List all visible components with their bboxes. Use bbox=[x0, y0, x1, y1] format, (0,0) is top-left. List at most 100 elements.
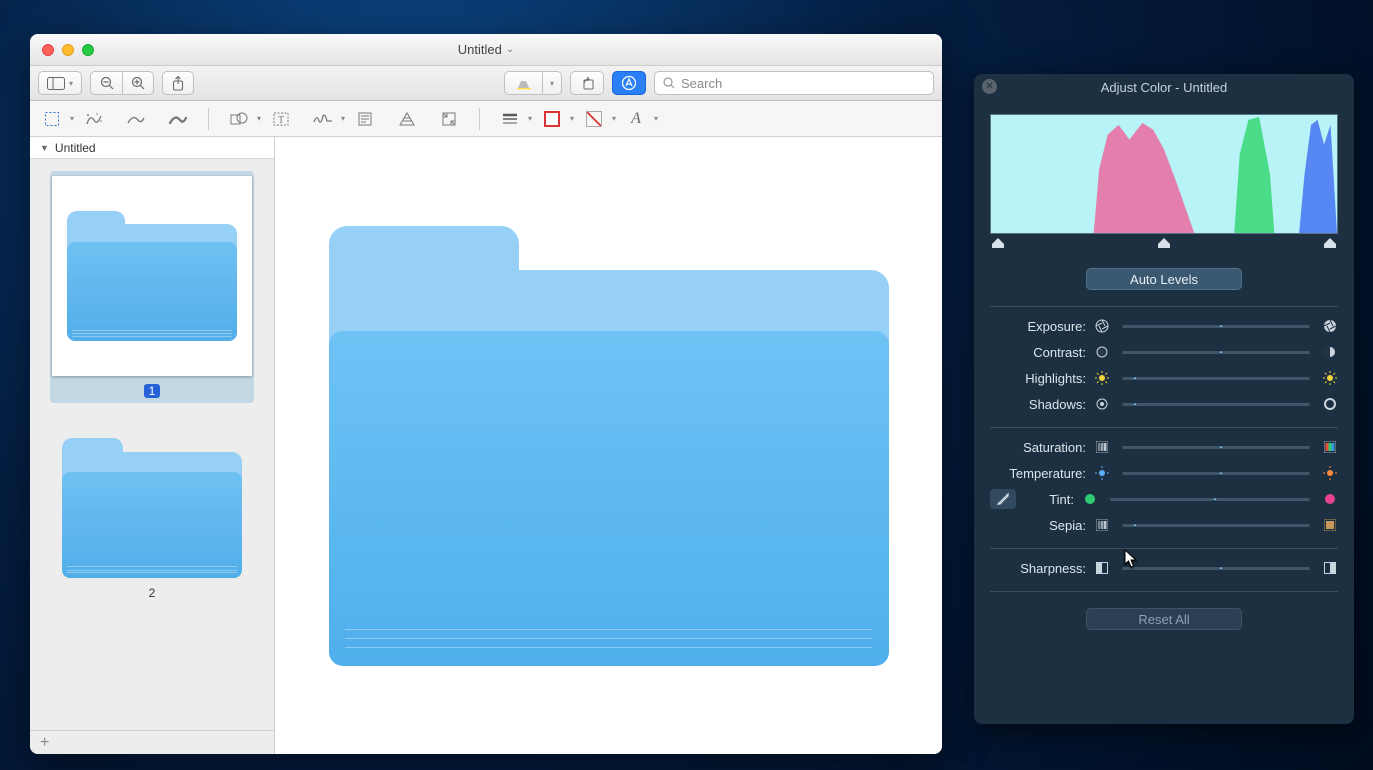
highlights-left-icon bbox=[1094, 370, 1110, 386]
zoom-out-button[interactable] bbox=[90, 71, 122, 95]
exposure-slider-row: Exposure: bbox=[990, 313, 1338, 339]
close-window-button[interactable] bbox=[42, 44, 54, 56]
tint-left-icon bbox=[1082, 491, 1098, 507]
shadows-right-icon bbox=[1322, 396, 1338, 412]
highlight-dropdown[interactable]: ▾ bbox=[542, 71, 562, 95]
add-page-button[interactable]: + bbox=[40, 734, 49, 752]
reset-all-button[interactable]: Reset All bbox=[1086, 608, 1242, 630]
text-button[interactable]: T bbox=[267, 107, 295, 131]
highlight-button[interactable] bbox=[504, 71, 542, 95]
shadows-slider-row: Shadows: bbox=[990, 391, 1338, 417]
contrast-slider[interactable] bbox=[1122, 351, 1310, 354]
tint-label: Tint: bbox=[1028, 492, 1074, 507]
sepia-slider[interactable] bbox=[1122, 524, 1310, 527]
tint-slider-thumb[interactable] bbox=[1203, 493, 1217, 505]
thumbnail-image bbox=[52, 176, 252, 376]
panel-title: Adjust Color - Untitled bbox=[1101, 80, 1227, 95]
markup-toolbar: ▾ ▾ T ▾ bbox=[30, 101, 942, 137]
draw-button[interactable] bbox=[164, 107, 192, 131]
contrast-slider-thumb[interactable] bbox=[1209, 346, 1223, 358]
zoom-in-button[interactable] bbox=[122, 71, 154, 95]
contrast-left-icon bbox=[1094, 344, 1110, 360]
search-field[interactable]: Search bbox=[654, 71, 934, 95]
window-title-text: Untitled bbox=[458, 42, 502, 57]
zoom-window-button[interactable] bbox=[82, 44, 94, 56]
exposure-left-icon bbox=[1094, 318, 1110, 334]
minimize-window-button[interactable] bbox=[62, 44, 74, 56]
histogram-area bbox=[990, 114, 1338, 246]
highlights-slider-thumb[interactable] bbox=[1123, 372, 1137, 384]
disclosure-triangle-icon[interactable]: ▼ bbox=[40, 143, 49, 153]
divider bbox=[990, 591, 1338, 592]
temperature-left-icon bbox=[1094, 465, 1110, 481]
folder-image[interactable] bbox=[329, 226, 889, 666]
saturation-slider[interactable] bbox=[1122, 446, 1310, 449]
tint-slider-row: Tint: bbox=[990, 486, 1338, 512]
search-icon bbox=[663, 77, 675, 89]
sharpness-slider[interactable] bbox=[1122, 567, 1310, 570]
font-style-button[interactable]: A▾ bbox=[622, 107, 650, 131]
highlights-slider[interactable] bbox=[1122, 377, 1310, 380]
sidebar-footer: + bbox=[30, 730, 274, 754]
adjust-color-button[interactable] bbox=[393, 107, 421, 131]
temperature-slider-thumb[interactable] bbox=[1209, 467, 1223, 479]
note-button[interactable] bbox=[351, 107, 379, 131]
sign-button[interactable]: ▾ bbox=[309, 107, 337, 131]
share-button[interactable] bbox=[162, 71, 194, 95]
shapes-button[interactable]: ▾ bbox=[225, 107, 253, 131]
exposure-right-icon bbox=[1322, 318, 1338, 334]
sharpness-slider-thumb[interactable] bbox=[1209, 562, 1223, 574]
separator bbox=[208, 108, 209, 130]
sketch-button[interactable] bbox=[122, 107, 150, 131]
shadows-slider[interactable] bbox=[1122, 403, 1310, 406]
levels-black-handle[interactable] bbox=[992, 236, 1004, 246]
folder-icon bbox=[62, 438, 242, 578]
close-panel-button[interactable]: ✕ bbox=[982, 79, 997, 94]
saturation-slider-row: Saturation: bbox=[990, 434, 1338, 460]
title-dropdown-icon[interactable]: ⌄ bbox=[506, 44, 514, 55]
border-color-button[interactable]: ▾ bbox=[538, 107, 566, 131]
canvas[interactable] bbox=[275, 137, 942, 754]
separator bbox=[479, 108, 480, 130]
adjust-color-panel: ✕ Adjust Color - Untitled Auto Levels bbox=[974, 74, 1354, 724]
exposure-slider[interactable] bbox=[1122, 325, 1310, 328]
svg-text:T: T bbox=[278, 115, 284, 126]
thumbnail-page[interactable]: 2 bbox=[50, 433, 254, 605]
main-toolbar: ▾ ▾ Search bbox=[30, 66, 942, 101]
reset-all-label: Reset All bbox=[1138, 612, 1189, 627]
eyedropper-button[interactable] bbox=[990, 489, 1016, 509]
folder-icon bbox=[67, 211, 237, 341]
sharpness-slider-row: Sharpness: bbox=[990, 555, 1338, 581]
sharpness-label: Sharpness: bbox=[990, 561, 1086, 576]
titlebar: Untitled ⌄ bbox=[30, 34, 942, 66]
levels-white-handle[interactable] bbox=[1324, 236, 1336, 246]
histogram[interactable] bbox=[990, 114, 1338, 234]
sidebar-header[interactable]: ▼ Untitled bbox=[30, 137, 274, 159]
instant-alpha-button[interactable] bbox=[80, 107, 108, 131]
adjust-size-button[interactable] bbox=[435, 107, 463, 131]
rotate-button[interactable] bbox=[570, 71, 604, 95]
line-style-button[interactable]: ▾ bbox=[496, 107, 524, 131]
temperature-label: Temperature: bbox=[990, 466, 1086, 481]
sepia-right-icon bbox=[1322, 517, 1338, 533]
sepia-slider-row: Sepia: bbox=[990, 512, 1338, 538]
tint-slider[interactable] bbox=[1110, 498, 1310, 501]
saturation-slider-thumb[interactable] bbox=[1209, 441, 1223, 453]
thumbnail-page[interactable]: 1 bbox=[50, 171, 254, 403]
saturation-right-icon bbox=[1322, 439, 1338, 455]
levels-mid-handle[interactable] bbox=[1158, 236, 1170, 246]
exposure-label: Exposure: bbox=[990, 319, 1086, 334]
temperature-slider[interactable] bbox=[1122, 472, 1310, 475]
tint-right-icon bbox=[1322, 491, 1338, 507]
sidebar-view-button[interactable]: ▾ bbox=[38, 71, 82, 95]
sharpness-right-icon bbox=[1322, 560, 1338, 576]
auto-levels-button[interactable]: Auto Levels bbox=[1086, 268, 1242, 290]
sidebar-title: Untitled bbox=[55, 141, 96, 155]
markup-button[interactable] bbox=[612, 71, 646, 95]
sepia-slider-thumb[interactable] bbox=[1123, 519, 1137, 531]
shadows-slider-thumb[interactable] bbox=[1123, 398, 1137, 410]
page-number: 2 bbox=[149, 586, 156, 600]
exposure-slider-thumb[interactable] bbox=[1209, 320, 1223, 332]
fill-color-button[interactable]: ▾ bbox=[580, 107, 608, 131]
selection-tool-button[interactable]: ▾ bbox=[38, 107, 66, 131]
